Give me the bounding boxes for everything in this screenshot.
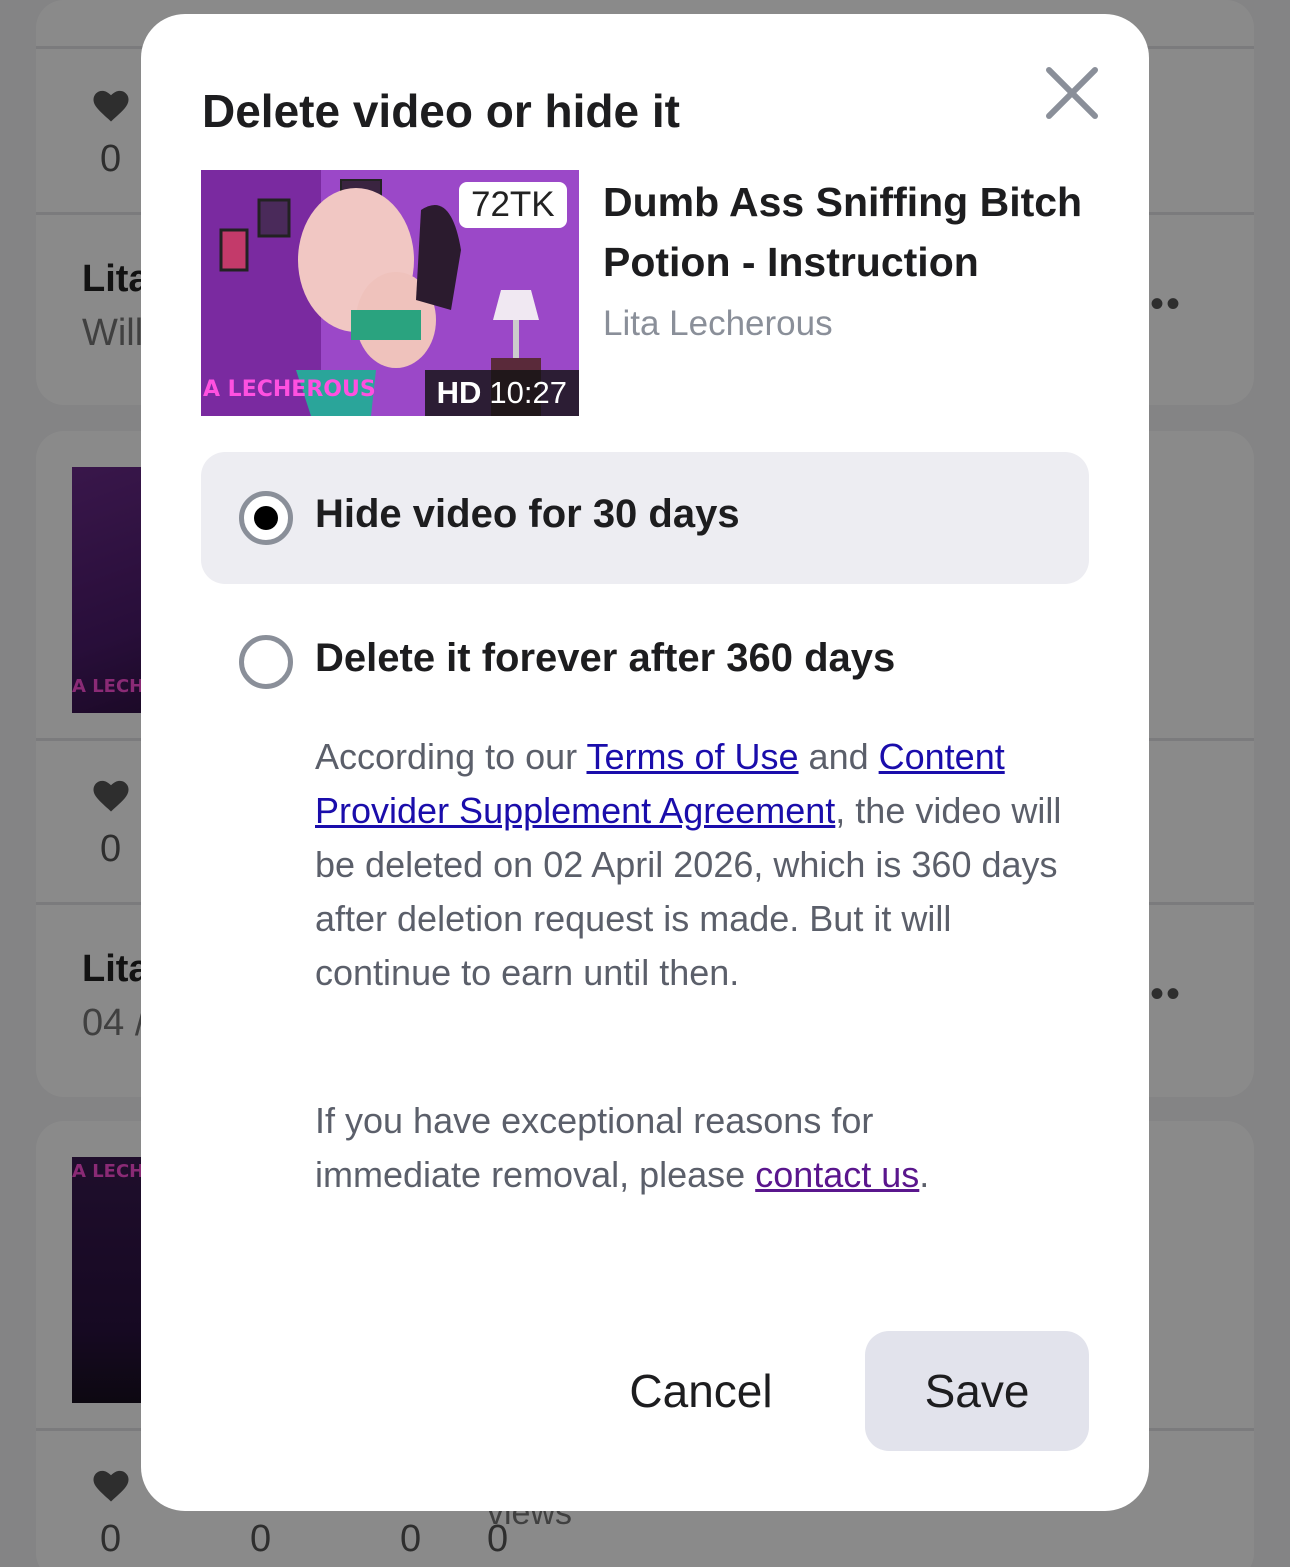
save-button[interactable]: Save xyxy=(865,1331,1089,1451)
contact-us-link[interactable]: contact us xyxy=(755,1154,919,1195)
terms-text: and xyxy=(798,736,879,777)
option-hide-30-days[interactable]: Hide video for 30 days xyxy=(201,452,1089,584)
radio-dot xyxy=(254,506,278,530)
duration-value: 10:27 xyxy=(489,375,567,410)
channel-badge: 72TK xyxy=(459,182,567,228)
quality-label: HD xyxy=(436,375,482,410)
contact-suffix: . xyxy=(919,1154,930,1195)
option-delete-forever[interactable]: Delete it forever after 360 days xyxy=(201,596,1089,728)
option-label: Delete it forever after 360 days xyxy=(315,636,896,680)
video-author: Lita Lecherous xyxy=(603,304,833,343)
video-title: Dumb Ass Sniffing Bitch Potion - Instruc… xyxy=(603,179,1083,285)
radio-button-selected[interactable] xyxy=(239,491,293,545)
delete-or-hide-dialog: Delete video or hide it 72TK A LECHEROUS… xyxy=(141,14,1149,1511)
terms-text: According to our xyxy=(315,736,587,777)
deletion-terms-text: According to our Terms of Use and Conten… xyxy=(315,730,1075,1000)
thumbnail-watermark: A LECHEROUS xyxy=(203,377,376,402)
close-icon[interactable] xyxy=(1037,58,1107,128)
duration-label: HD 10:27 xyxy=(424,370,579,416)
terms-of-use-link[interactable]: Terms of Use xyxy=(587,736,799,777)
option-label: Hide video for 30 days xyxy=(315,492,740,536)
dialog-title: Delete video or hide it xyxy=(202,85,680,137)
video-thumbnail: 72TK A LECHEROUS HD 10:27 xyxy=(201,170,579,416)
radio-button[interactable] xyxy=(239,635,293,689)
contact-text: If you have exceptional reasons for imme… xyxy=(315,1094,1015,1202)
cancel-button[interactable]: Cancel xyxy=(571,1332,831,1450)
